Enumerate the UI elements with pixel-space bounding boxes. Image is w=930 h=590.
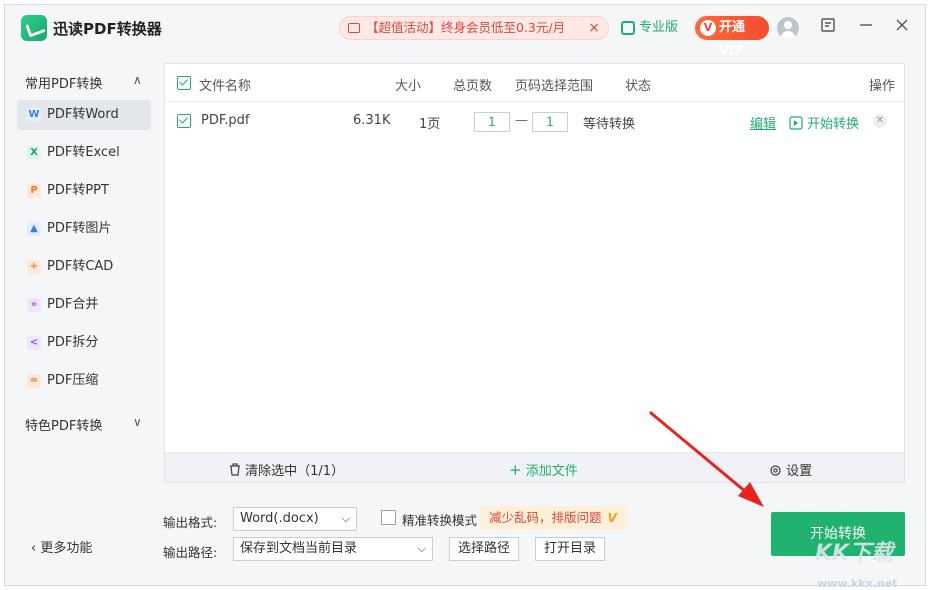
annotation-arrow <box>0 0 930 590</box>
